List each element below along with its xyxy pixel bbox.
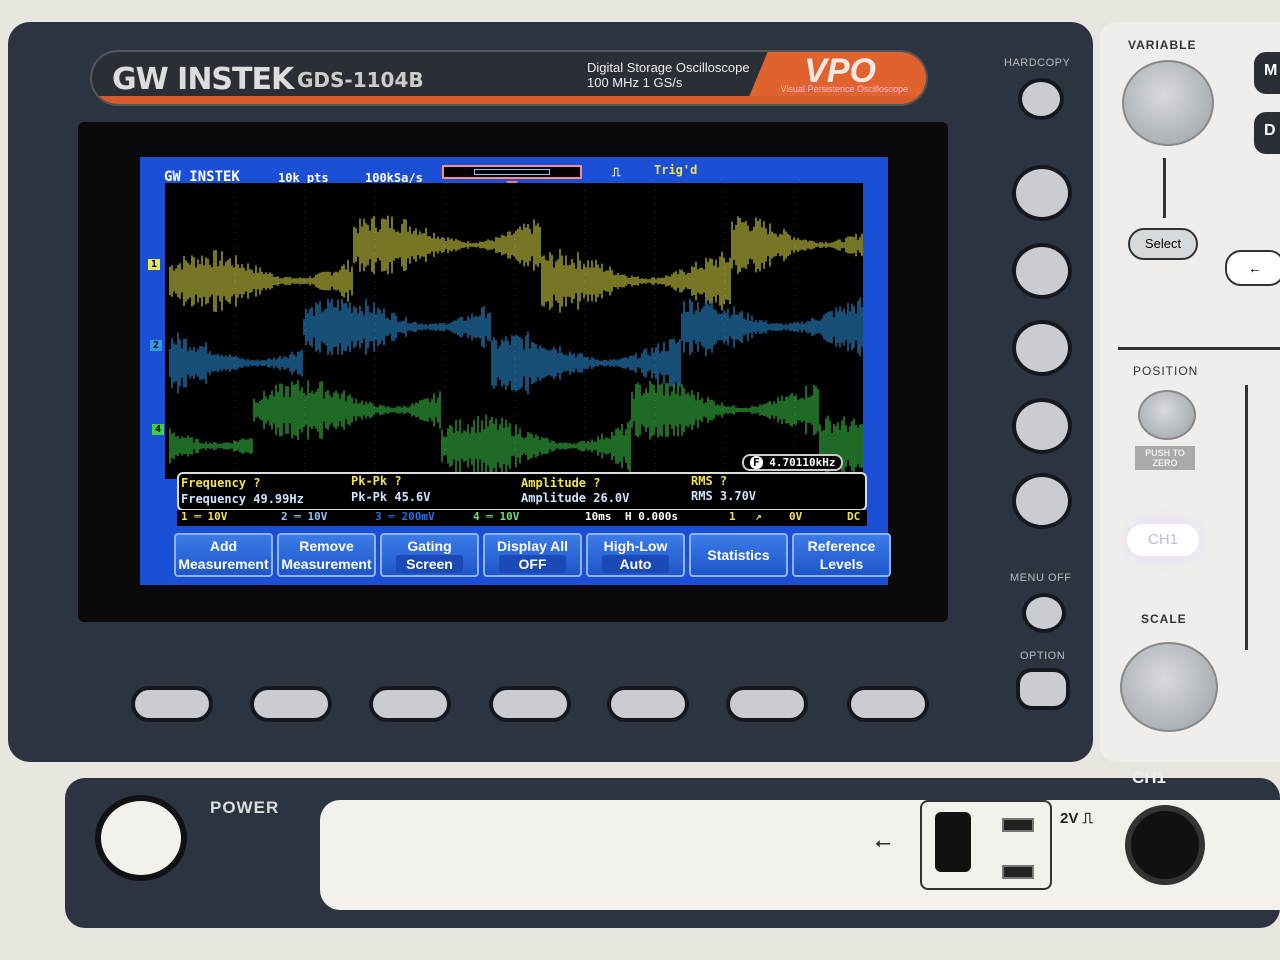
usb-cable <box>935 812 971 872</box>
status-bar: 1 ═ 10V 2 ═ 10V 3 ═ 200mV 4 ═ 10V 10ms H… <box>177 510 867 526</box>
position-knob[interactable] <box>1138 390 1196 440</box>
ch1-rms: RMS ? <box>691 474 728 488</box>
ch1-waveform <box>169 215 863 313</box>
bottom-menu-button-2[interactable] <box>250 686 332 722</box>
measure-button[interactable]: M <box>1254 52 1280 94</box>
waveform-plot <box>169 183 863 479</box>
ch3-scale: 3 ═ 200mV <box>375 510 435 523</box>
usb-port-2[interactable] <box>1002 865 1034 879</box>
softkey-label: High-Low <box>603 538 668 554</box>
bottom-menu-button-7[interactable] <box>847 686 929 722</box>
vpo-subtitle: Visual Persistence Oscilloscope <box>780 84 908 94</box>
softkey-6[interactable]: Statistics <box>689 533 788 577</box>
side-menu-button-2[interactable] <box>1012 243 1072 299</box>
display-button[interactable]: D <box>1254 112 1280 154</box>
softkey-label: Add <box>209 538 238 554</box>
ch2-waveform <box>169 297 863 395</box>
measurement-panel: Frequency ? Frequency 49.99Hz Pk-Pk ? Pk… <box>177 472 867 511</box>
ch1-marker: 1 <box>148 259 161 270</box>
probe-compensation-label: 2V ⎍ <box>1060 810 1094 827</box>
memory-bar <box>442 165 582 179</box>
usb-icon: ⭠ <box>875 832 891 854</box>
softkey-value: Measurement <box>281 556 372 572</box>
model-description: Digital Storage Oscilloscope 100 MHz 1 GS… <box>587 60 750 90</box>
push-to-zero-label: PUSH TO ZERO <box>1135 446 1195 470</box>
hardcopy-label: HARDCOPY <box>1004 57 1071 69</box>
ch1-pkpk: Pk-Pk ? <box>351 474 402 488</box>
option-label: OPTION <box>1020 650 1066 662</box>
waveform-area <box>165 183 863 479</box>
ch1-scale: 1 ═ 10V <box>181 510 228 523</box>
brand-banner: GW INSTEK GDS-1104B Digital Storage Osci… <box>90 50 928 106</box>
softkey-label: Reference <box>807 538 876 554</box>
softkey-value: Measurement <box>178 556 269 572</box>
option-button[interactable] <box>1016 668 1070 710</box>
trigger-source: 1 <box>729 510 736 523</box>
power-button[interactable] <box>95 795 187 881</box>
trigger-frequency: F 4.70110kHz <box>742 454 844 471</box>
back-button[interactable]: ← <box>1225 250 1280 286</box>
ch1-frequency: Frequency ? <box>181 476 261 490</box>
model-name: GDS-1104B <box>297 68 424 92</box>
bottom-menu-button-4[interactable] <box>489 686 571 722</box>
softkey-7[interactable]: Reference Levels <box>792 533 891 577</box>
ch1-input-label: CH1 <box>1132 768 1167 787</box>
softkey-value: Levels <box>819 556 864 572</box>
ch2-amplitude: Amplitude 26.0V <box>521 491 630 505</box>
timebase: 10ms <box>585 510 612 523</box>
brand-logo: GW INSTEK <box>112 62 294 97</box>
softkey-label: Gating <box>407 538 452 554</box>
ch2-rms: RMS 3.70V <box>691 489 757 503</box>
side-menu-button-3[interactable] <box>1012 320 1072 376</box>
trigger-slope: ↗ <box>755 510 762 523</box>
bottom-menu-button-3[interactable] <box>369 686 451 722</box>
position-label: POSITION <box>1133 364 1199 378</box>
bottom-menu-button-1[interactable] <box>131 686 213 722</box>
trigger-coupling: DC <box>847 510 861 523</box>
softkey-label: Statistics <box>707 547 770 563</box>
ch1-amplitude: Amplitude ? <box>521 476 601 490</box>
softkey-value: Screen <box>396 555 463 573</box>
softkey-4[interactable]: Display All OFF <box>483 533 582 577</box>
softkey-2[interactable]: Remove Measurement <box>277 533 376 577</box>
softkey-label: Remove <box>299 538 354 554</box>
ch2-pkpk: Pk-Pk 45.6V <box>351 490 431 504</box>
trigger-edge-icon: ⎍ <box>612 165 621 179</box>
bottom-menu-button-5[interactable] <box>607 686 689 722</box>
softkey-value: OFF <box>499 555 566 573</box>
side-menu-button-4[interactable] <box>1012 398 1072 454</box>
scale-label: SCALE <box>1141 612 1187 626</box>
hardcopy-button[interactable] <box>1018 78 1064 120</box>
trigger-status: Trig'd <box>654 163 698 177</box>
variable-knob[interactable] <box>1122 60 1214 146</box>
softkey-5[interactable]: High-Low Auto <box>586 533 685 577</box>
ch2-frequency: Frequency 49.99Hz <box>181 492 304 506</box>
softkey-label: Display All <box>496 538 569 554</box>
ch2-scale: 2 ═ 10V <box>281 510 328 523</box>
horizontal-position: H 0.000s <box>625 510 678 523</box>
usb-port-1[interactable] <box>1002 818 1034 832</box>
side-menu-button-1[interactable] <box>1012 165 1072 221</box>
softkey-3[interactable]: Gating Screen <box>380 533 479 577</box>
variable-label: VARIABLE <box>1128 38 1197 52</box>
softkey-1[interactable]: Add Measurement <box>174 533 273 577</box>
power-label: POWER <box>210 798 280 817</box>
menu-off-label: MENU OFF <box>1010 572 1072 584</box>
ch4-marker: 4 <box>152 424 165 435</box>
select-button[interactable]: Select <box>1128 228 1198 260</box>
ch2-marker: 2 <box>150 340 163 351</box>
ch4-scale: 4 ═ 10V <box>473 510 520 523</box>
side-menu-button-5[interactable] <box>1012 473 1072 529</box>
ch1-button[interactable]: CH1 <box>1127 524 1199 556</box>
softkey-value: Auto <box>602 555 669 573</box>
bottom-menu-button-6[interactable] <box>726 686 808 722</box>
menu-off-button[interactable] <box>1022 593 1066 633</box>
scale-knob[interactable] <box>1120 642 1218 732</box>
trigger-level: 0V <box>789 510 803 523</box>
ch1-bnc-connector[interactable] <box>1125 805 1205 885</box>
